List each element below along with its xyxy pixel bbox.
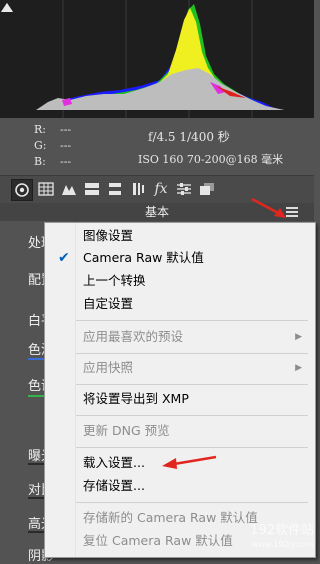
watermark: 192软件站 www.192ly.com: [250, 523, 314, 550]
submenu-arrow-icon: ▶: [295, 363, 302, 373]
detail-icon[interactable]: [106, 180, 124, 198]
menu-item-custom-settings[interactable]: 自定设置: [45, 293, 315, 315]
menu-item-save-settings[interactable]: 存储设置...: [45, 475, 315, 497]
menu-separator: [76, 447, 308, 448]
fx-icon[interactable]: fx: [152, 180, 170, 198]
lens-icon[interactable]: [129, 180, 147, 198]
menu-separator: [76, 502, 308, 503]
check-icon: ✔: [58, 250, 70, 266]
menu-item-apply-preset[interactable]: 应用最喜欢的预设 ▶: [45, 326, 315, 348]
g-readout: G: ---: [34, 139, 72, 152]
info-panel: R: --- G: --- B: --- f/4.5 1/400 秒 ISO 160 …: [0, 118, 314, 174]
menu-separator: [76, 415, 308, 416]
highlight-clipping-icon[interactable]: [0, 0, 14, 14]
iso-lens-info: ISO 160 70-200@168 毫米: [138, 153, 284, 166]
menu-separator: [76, 320, 308, 321]
annotation-arrow-menu: [251, 197, 286, 218]
mountains-icon[interactable]: [60, 180, 78, 198]
exposure-info: f/4.5 1/400 秒: [148, 130, 230, 144]
submenu-arrow-icon: ▶: [295, 332, 302, 342]
histogram-graph: [0, 0, 314, 118]
grid-icon[interactable]: [37, 180, 55, 198]
menu-separator: [76, 384, 308, 385]
split-tone-icon[interactable]: [83, 180, 101, 198]
stack-icon[interactable]: [198, 180, 216, 198]
menu-item-update-dng[interactable]: 更新 DNG 预览: [45, 420, 315, 442]
menu-item-export-xmp[interactable]: 将设置导出到 XMP: [45, 388, 315, 410]
r-readout: R: ---: [34, 123, 72, 136]
aperture-icon[interactable]: [11, 179, 33, 201]
histogram: [0, 0, 314, 119]
b-readout: B: ---: [34, 155, 72, 168]
menu-item-previous-conversion[interactable]: 上一个转换: [45, 270, 315, 292]
menu-item-image-settings[interactable]: 图像设置: [45, 225, 315, 247]
settings-menu: 图像设置 ✔ Camera Raw 默认值 上一个转换 自定设置 应用最喜欢的预设…: [44, 222, 316, 558]
menu-item-apply-snapshot[interactable]: 应用快照 ▶: [45, 357, 315, 379]
sliders-icon[interactable]: [175, 180, 193, 198]
annotation-arrow-load: [162, 455, 217, 469]
menu-separator: [76, 353, 308, 354]
menu-item-camera-raw-defaults[interactable]: ✔ Camera Raw 默认值: [45, 247, 315, 269]
